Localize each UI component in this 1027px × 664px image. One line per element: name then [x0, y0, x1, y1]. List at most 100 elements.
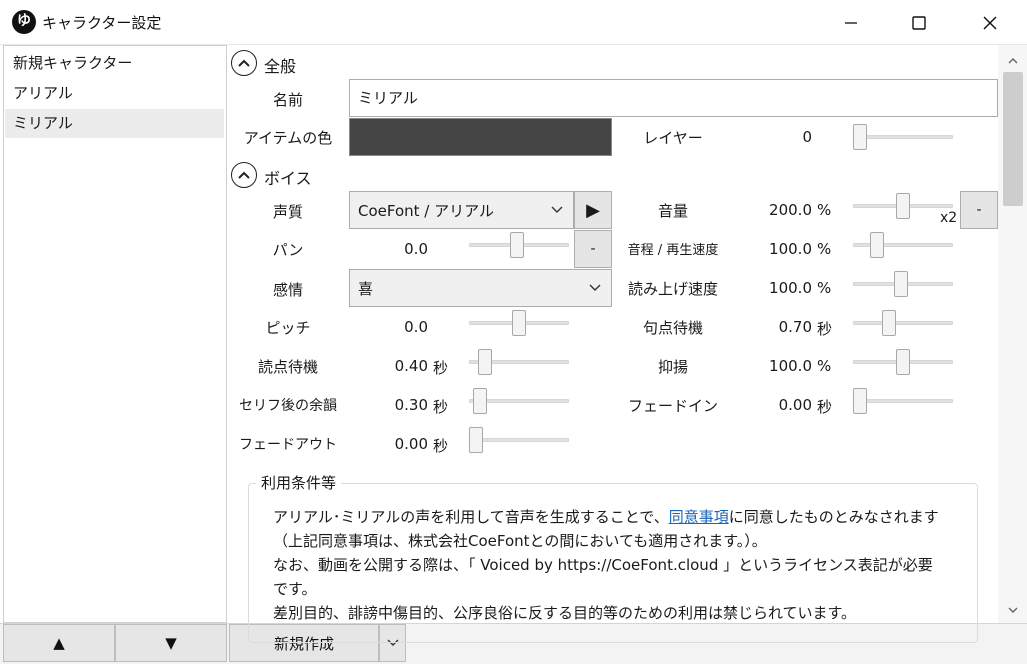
- general-section-title: 全般: [264, 57, 297, 76]
- terms-line-1: アリアル･ミリアルの声を利用して音声を生成することで、同意事項に同意したものとみ…: [273, 506, 939, 527]
- volume-value: 200.0: [769, 201, 812, 219]
- pitch-label: ピッチ: [265, 319, 311, 337]
- voice-section-title: ボイス: [264, 169, 312, 188]
- period-wait-slider[interactable]: [853, 310, 953, 336]
- maximize-icon: [912, 15, 926, 30]
- pitch-speed-label: 音程 / 再生速度: [627, 243, 719, 258]
- slider-thumb[interactable]: [853, 124, 867, 150]
- name-input[interactable]: ミリアル: [349, 79, 998, 117]
- after-serif-slider[interactable]: [469, 388, 569, 414]
- character-list: 新規キャラクター アリアル ミリアル: [3, 45, 227, 623]
- volume-reset-button[interactable]: -: [960, 191, 998, 229]
- agreement-link[interactable]: 同意事項: [669, 508, 729, 526]
- minimize-button[interactable]: [828, 0, 874, 45]
- volume-multiplier: x2: [940, 210, 958, 226]
- pitch-slider[interactable]: [469, 310, 569, 336]
- slider-track: [469, 438, 569, 442]
- volume-slider[interactable]: [853, 193, 953, 219]
- close-icon: [983, 16, 997, 29]
- move-up-button[interactable]: ▲: [3, 624, 115, 662]
- slider-thumb[interactable]: [882, 310, 897, 336]
- fade-out-value: 0.00: [394, 435, 428, 453]
- pitch-value: 0.0: [404, 318, 428, 336]
- slider-thumb[interactable]: [896, 193, 910, 219]
- chevron-down-icon: [1008, 607, 1018, 613]
- scroll-up-button[interactable]: [1003, 50, 1023, 70]
- character-item[interactable]: アリアル: [5, 79, 224, 108]
- period-wait-value: 0.70: [778, 318, 812, 336]
- voice-quality-value: CoeFont / アリアル: [358, 201, 494, 220]
- layer-slider[interactable]: [853, 124, 953, 150]
- terms-line-5: 差別目的、誹謗中傷目的、公序良俗に反する目的等のための利用は禁じられています。: [273, 604, 857, 622]
- fade-out-slider[interactable]: [469, 427, 569, 453]
- pitch-speed-unit: %: [817, 240, 832, 258]
- slider-thumb[interactable]: [510, 232, 525, 258]
- chevron-up-icon: [238, 171, 250, 179]
- terms-line-4: です。: [273, 580, 317, 598]
- slider-thumb[interactable]: [894, 271, 909, 297]
- scrollbar-thumb[interactable]: [1003, 72, 1023, 206]
- slider-thumb[interactable]: [853, 388, 867, 414]
- fade-in-slider[interactable]: [853, 388, 953, 414]
- slider-track: [853, 135, 953, 139]
- window-title: キャラクター設定: [42, 14, 162, 32]
- slider-thumb[interactable]: [896, 349, 910, 375]
- read-speed-unit: %: [817, 279, 832, 297]
- slider-track: [853, 243, 953, 247]
- voice-collapse-button[interactable]: [231, 162, 257, 188]
- period-wait-label: 句点待機: [642, 319, 703, 337]
- intonation-unit: %: [817, 357, 832, 375]
- slider-thumb[interactable]: [469, 427, 483, 453]
- comma-wait-value: 0.40: [394, 357, 428, 375]
- title-bar: ゆ キャラクター設定: [0, 0, 1027, 45]
- character-item-selected[interactable]: ミリアル: [5, 109, 224, 138]
- slider-thumb[interactable]: [870, 232, 885, 258]
- emotion-label: 感情: [272, 281, 303, 299]
- intonation-label: 抑揚: [657, 358, 688, 376]
- intonation-value: 100.0: [769, 357, 812, 375]
- chevron-down-icon: [589, 284, 601, 291]
- pitch-speed-slider[interactable]: [853, 232, 953, 258]
- after-serif-value: 0.30: [394, 396, 428, 414]
- voice-quality-label: 声質: [272, 203, 303, 221]
- terms-title: 利用条件等: [256, 472, 342, 493]
- after-serif-label: セリフ後の余韻: [239, 398, 337, 414]
- read-speed-label: 読み上げ速度: [627, 280, 718, 298]
- emotion-value: 喜: [358, 279, 374, 298]
- pan-label: パン: [272, 241, 304, 259]
- slider-thumb[interactable]: [477, 349, 492, 375]
- layer-label: レイヤー: [643, 129, 703, 147]
- slider-track: [853, 399, 953, 403]
- voice-quality-select[interactable]: CoeFont / アリアル: [349, 191, 574, 229]
- comma-wait-label: 読点待機: [257, 358, 318, 376]
- item-color-label: アイテムの色: [243, 129, 333, 147]
- minimize-icon: [845, 21, 857, 24]
- comma-wait-slider[interactable]: [469, 349, 569, 375]
- move-down-button[interactable]: ▼: [115, 624, 227, 662]
- app-icon: ゆ: [12, 10, 36, 34]
- slider-thumb[interactable]: [473, 388, 488, 414]
- scroll-down-button[interactable]: [1003, 600, 1023, 620]
- terms-line-3: なお、動画を公開する際は、「 Voiced by https://CoeFont…: [273, 556, 933, 574]
- character-item[interactable]: 新規キャラクター: [5, 49, 224, 78]
- general-collapse-button[interactable]: [231, 50, 257, 76]
- slider-track: [853, 321, 953, 325]
- play-button[interactable]: ▶: [574, 191, 612, 229]
- read-speed-slider[interactable]: [853, 271, 953, 297]
- slider-thumb[interactable]: [512, 310, 526, 336]
- terms-text: に同意したものとみなされます: [728, 508, 939, 526]
- maximize-button[interactable]: [896, 0, 942, 45]
- volume-unit: %: [817, 201, 832, 219]
- read-speed-value: 100.0: [769, 279, 812, 297]
- pan-reset-button[interactable]: -: [574, 230, 612, 268]
- close-button[interactable]: [967, 0, 1013, 45]
- fade-in-label: フェードイン: [627, 397, 718, 415]
- intonation-slider[interactable]: [853, 349, 953, 375]
- pan-slider[interactable]: [469, 232, 569, 258]
- comma-wait-unit: 秒: [433, 359, 449, 377]
- emotion-select[interactable]: 喜: [349, 269, 612, 307]
- chevron-up-icon: [238, 59, 250, 67]
- pitch-speed-value: 100.0: [769, 240, 812, 258]
- item-color-swatch[interactable]: [349, 118, 612, 156]
- terms-text: アリアル･ミリアルの声を利用して音声を生成することで、: [273, 508, 669, 526]
